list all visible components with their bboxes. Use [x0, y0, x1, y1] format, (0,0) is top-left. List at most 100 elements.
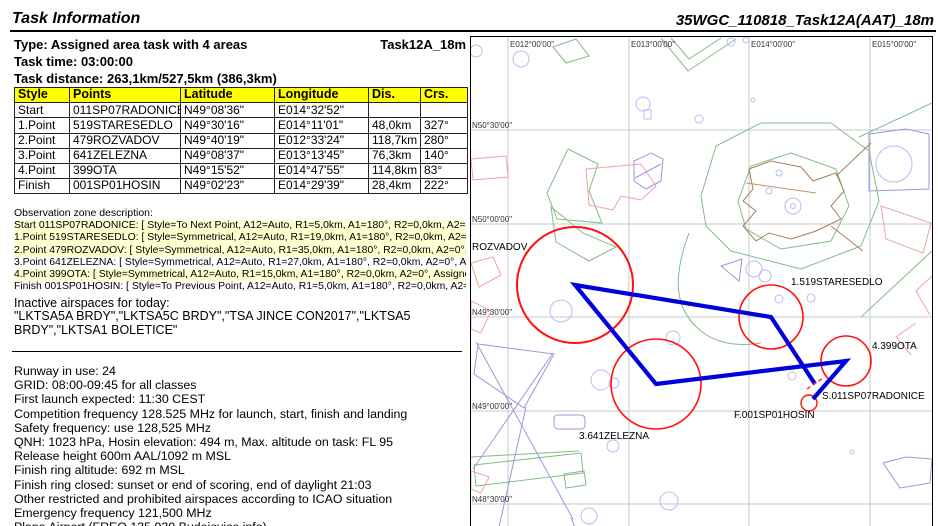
map-longitude-labels: E012°00'00" E013°00'00" E014°00'00" E015… [510, 40, 916, 49]
lat-label: N50°00'00" [472, 215, 512, 224]
page-title: Task Information [12, 10, 140, 28]
info-finish-ring-altitude: Finish ring altitude: 692 m MSL [14, 463, 474, 477]
waypoint-label-radonice: S.011SP07RADONICE [822, 391, 925, 402]
info-plana-airport: Plana Airport (FREQ 135.930 Budejovice i… [14, 520, 474, 526]
info-qnh: QNH: 1023 hPa, Hosin elevation: 494 m, M… [14, 435, 474, 449]
table-header-row: Style Points Latitude Longitude Dis. Crs… [15, 88, 468, 103]
table-row: 3.Point 641ZELEZNA N49°08'37" E013°13'45… [15, 148, 468, 163]
col-header-latitude: Latitude [181, 88, 275, 103]
info-other-airspaces: Other restricted and prohibited airspace… [14, 492, 474, 506]
waypoint-label-zelezna: 3.641ZELEZNA [579, 431, 649, 442]
airspace-layer-green [471, 38, 932, 488]
cell-style: Start [15, 103, 70, 118]
inactive-airspaces-title: Inactive airspaces for today: [14, 296, 170, 310]
info-finish-ring-closed: Finish ring closed: sunset or end of sco… [14, 478, 474, 492]
cell-style: 3.Point [15, 148, 70, 163]
cell-lon: E014°29'39" [275, 179, 369, 194]
obs-zone-line-3: 3.Point 641ZELEZNA: [ Style=Symmetrical,… [14, 257, 466, 269]
col-header-longitude: Longitude [275, 88, 369, 103]
observation-zone-list: Start 011SP07RADONICE: [ Style=To Next P… [14, 220, 466, 294]
cell-style: 1.Point [15, 118, 70, 133]
cell-point: 001SP01HOSIN [70, 179, 181, 194]
inactive-airspaces-list: "LKTSA5A BRDY","LKTSA5C BRDY","TSA JINCE… [14, 310, 466, 338]
cell-point: 399OTA [70, 163, 181, 178]
info-grid: GRID: 08:00-09:45 for all classes [14, 378, 474, 392]
task-code: Task12A_18m [300, 37, 466, 52]
obs-zone-line-1: 1.Point 519STARESEDLO: [ Style=Symmetric… [14, 232, 466, 244]
col-header-style: Style [15, 88, 70, 103]
document-title: 35WGC_110818_Task12A(AAT)_18m [676, 12, 934, 29]
table-row: Start 011SP07RADONICE N49°08'36" E014°32… [15, 103, 468, 118]
task-time-line: Task time: 03:00:00 [14, 54, 133, 69]
waypoint-label-hosin: F.001SP01HOSIN [734, 410, 815, 421]
cell-crs: 83° [421, 163, 468, 178]
cell-lat: N49°08'37" [181, 148, 275, 163]
cell-crs: 140° [421, 148, 468, 163]
task-route-line [575, 285, 846, 399]
cell-lat: N49°30'16" [181, 118, 275, 133]
cell-dis: 48,0km [369, 118, 421, 133]
lon-label: E012°00'00" [510, 40, 554, 49]
cell-lat: N49°08'36" [181, 103, 275, 118]
task-points-table: Style Points Latitude Longitude Dis. Crs… [14, 87, 468, 194]
waypoint-label-rozvadov: ROZVADOV [472, 242, 528, 253]
cell-dis: 118,7km [369, 133, 421, 148]
task-type-line: Type: Assigned area task with 4 areas [14, 37, 247, 52]
obs-zone-line-2: 2.Point 479ROZVADOV: [ Style=Symmetrical… [14, 245, 466, 257]
cell-crs: 280° [421, 133, 468, 148]
info-release-height: Release height 600m AAL/1092 m MSL [14, 449, 474, 463]
lat-label: N49°00'00" [472, 402, 512, 411]
task-area-circles [517, 227, 871, 429]
cell-lon: E014°32'52" [275, 103, 369, 118]
col-header-points: Points [70, 88, 181, 103]
waypoint-label-staresedlo: 1.519STARESEDLO [791, 277, 883, 288]
col-header-dis: Dis. [369, 88, 421, 103]
title-underline [10, 30, 936, 32]
table-row: 1.Point 519STARESEDLO N49°30'16" E014°11… [15, 118, 468, 133]
cell-dis: 76,3km [369, 148, 421, 163]
cell-lon: E014°47'55" [275, 163, 369, 178]
table-row: 2.Point 479ROZVADOV N49°40'19" E012°33'2… [15, 133, 468, 148]
cell-style: 4.Point [15, 163, 70, 178]
cell-style: Finish [15, 179, 70, 194]
airspace-layer-red [471, 156, 932, 493]
lat-label: N50°30'00" [472, 121, 512, 130]
table-row: Finish 001SP01HOSIN N49°02'23" E014°29'3… [15, 179, 468, 194]
obs-zone-line-start: Start 011SP07RADONICE: [ Style=To Next P… [14, 220, 466, 232]
cell-point: 479ROZVADOV [70, 133, 181, 148]
map-waypoint-labels: ROZVADOV 1.519STARESEDLO 4.399OTA 3.641Z… [472, 242, 925, 442]
table-row: 4.Point 399OTA N49°15'52" E014°47'55" 11… [15, 163, 468, 178]
waypoint-label-ota: 4.399OTA [872, 341, 917, 352]
cell-point: 011SP07RADONICE [70, 103, 181, 118]
obs-zone-line-finish: Finish 001SP01HOSIN: [ Style=To Previous… [14, 281, 466, 293]
cell-point: 641ZELEZNA [70, 148, 181, 163]
cell-lon: E013°13'45" [275, 148, 369, 163]
cell-lat: N49°02'23" [181, 179, 275, 194]
task-distance-line: Task distance: 263,1km/527,5km (386,3km) [14, 71, 277, 86]
obs-zone-line-4: 4.Point 399OTA: [ Style=Symmetrical, A12… [14, 269, 466, 281]
airspace-layer-blue [473, 129, 932, 526]
cell-lat: N49°15'52" [181, 163, 275, 178]
cell-crs: 222° [421, 179, 468, 194]
briefing-info-block: Runway in use: 24 GRID: 08:00-09:45 for … [14, 364, 474, 526]
cell-crs [421, 103, 468, 118]
lon-label: E015°00'00" [872, 40, 916, 49]
cell-dis: 28,4km [369, 179, 421, 194]
cell-style: 2.Point [15, 133, 70, 148]
info-competition-frequency: Competition frequency 128.525 MHz for la… [14, 407, 474, 421]
task-map: E012°00'00" E013°00'00" E014°00'00" E015… [470, 36, 933, 526]
cell-crs: 327° [421, 118, 468, 133]
lat-label: N48°30'00" [472, 495, 512, 504]
observation-zone-title: Observation zone description: [14, 207, 153, 219]
col-header-crs: Crs. [421, 88, 468, 103]
cell-point: 519STARESEDLO [70, 118, 181, 133]
lat-label: N49°30'00" [472, 308, 512, 317]
section-divider [12, 351, 462, 352]
info-emergency-frequency: Emergency frequency 121,500 MHz [14, 506, 474, 520]
info-runway: Runway in use: 24 [14, 364, 474, 378]
task-sheet-page: Task Information 35WGC_110818_Task12A(AA… [0, 0, 938, 526]
cell-lat: N49°40'19" [181, 133, 275, 148]
cell-lon: E014°11'01" [275, 118, 369, 133]
cell-dis [369, 103, 421, 118]
info-first-launch: First launch expected: 11:30 CEST [14, 392, 474, 406]
